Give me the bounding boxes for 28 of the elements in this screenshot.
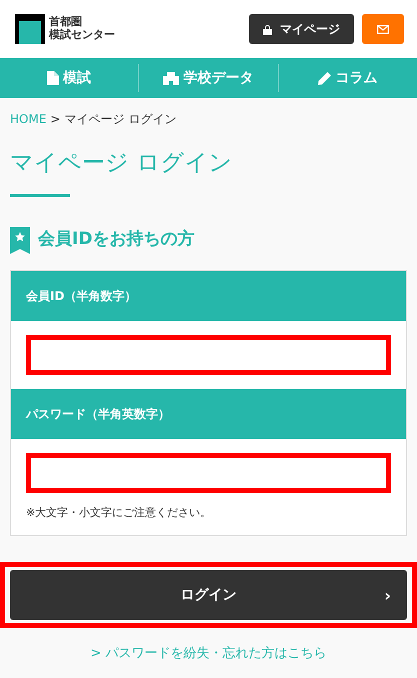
nav-tab[interactable]: 模試	[0, 58, 138, 98]
building-icon	[163, 72, 180, 84]
mypage-button[interactable]: マイページ	[249, 14, 354, 44]
forgot-password-link[interactable]: > パスワードを紛失・忘れた方はこちら	[90, 646, 327, 662]
nav-tab[interactable]: コラム	[278, 58, 417, 98]
section-heading: 会員IDをお持ちの方	[38, 228, 194, 252]
logo-text: 首都圏	[49, 16, 83, 28]
mail-icon	[377, 24, 389, 34]
note-text: ※大文字・小文字にご注意ください。	[26, 504, 212, 521]
title-underline	[10, 194, 70, 197]
field-label: パスワード（半角英数字）	[11, 388, 406, 439]
nav-tab[interactable]: 学校データ	[139, 58, 278, 98]
mail-button[interactable]	[362, 14, 404, 44]
breadcrumb-link[interactable]: HOME	[10, 110, 46, 128]
field-label: 会員ID（半角数字）	[11, 270, 406, 321]
page-title: マイページ ログイン	[10, 150, 234, 178]
breadcrumb-current: マイページ ログイン	[64, 111, 176, 128]
document-icon	[47, 71, 60, 85]
logo-icon	[15, 14, 45, 44]
bookmark-star-icon	[10, 226, 30, 254]
pencil-icon	[318, 72, 332, 84]
breadcrumb-separator: >	[50, 111, 60, 128]
logo-text: 模試センター	[49, 29, 115, 42]
input-field[interactable]	[26, 452, 391, 493]
lock-icon	[263, 24, 272, 34]
login-button[interactable]: ログイン ›	[10, 570, 407, 620]
input-field[interactable]	[26, 334, 391, 375]
chevron-icon: ›	[384, 584, 391, 608]
